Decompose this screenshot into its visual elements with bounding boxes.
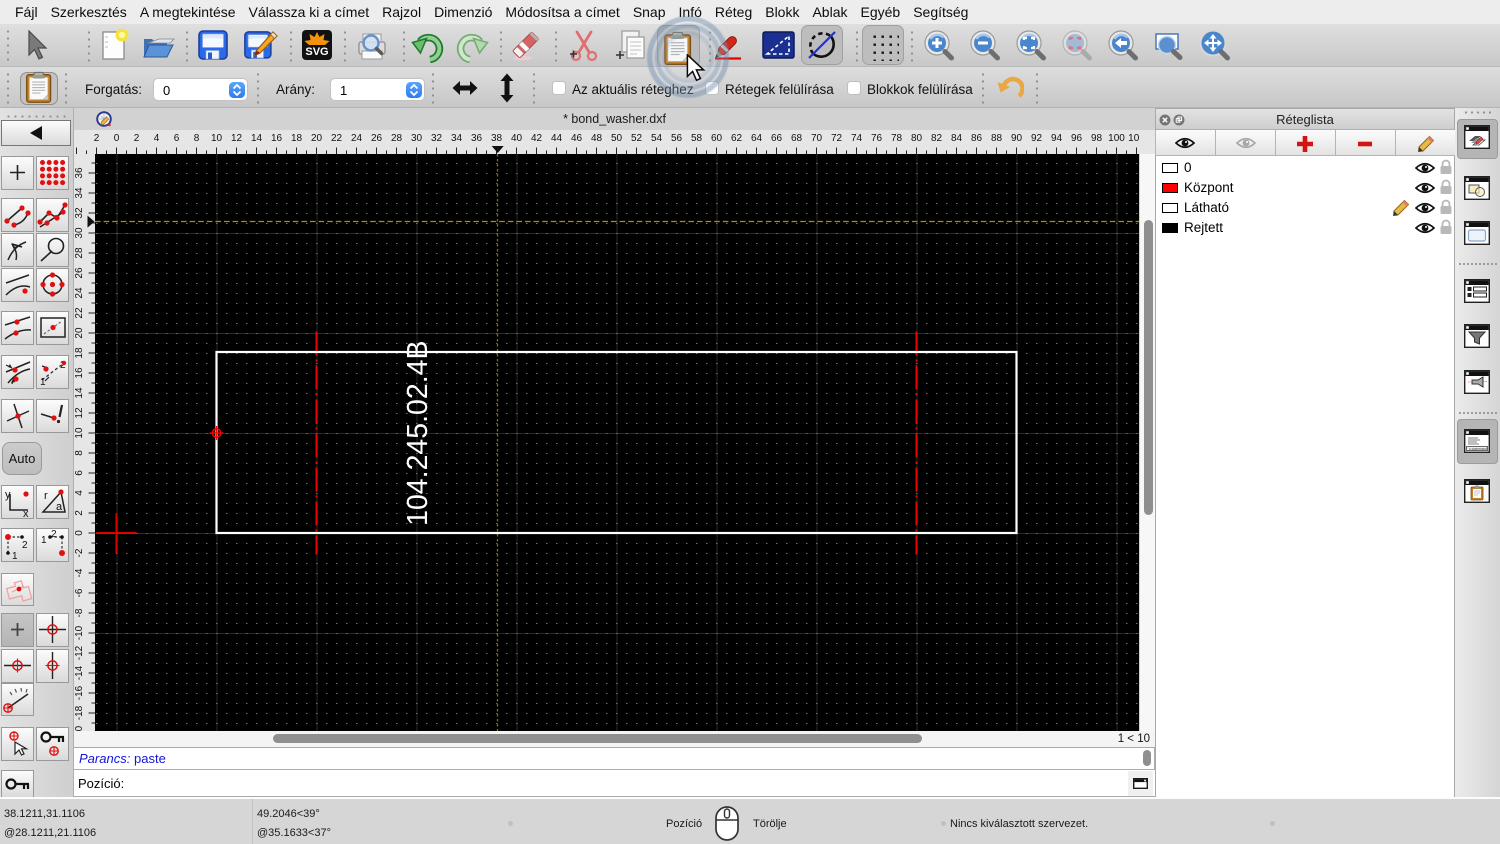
svg-text:28: 28 [391, 133, 403, 144]
svg-text:24: 24 [351, 133, 363, 144]
svg-text:0: 0 [74, 530, 85, 536]
svg-text:r: r [44, 490, 48, 502]
svg-text:42: 42 [531, 133, 543, 144]
svg-text:58: 58 [691, 133, 703, 144]
svg-text:72: 72 [831, 133, 843, 144]
svg-text:x: x [23, 508, 29, 518]
svg-text:y: y [5, 489, 11, 501]
svg-text:52: 52 [631, 133, 643, 144]
svg-text:68: 68 [791, 133, 803, 144]
svg-text:38: 38 [491, 133, 503, 144]
svg-text:88: 88 [991, 133, 1003, 144]
svg-text:56: 56 [671, 133, 683, 144]
svg-text:100: 100 [1108, 133, 1125, 144]
svg-text:80: 80 [911, 133, 923, 144]
svg-text:86: 86 [971, 133, 983, 144]
svg-text:90: 90 [1011, 133, 1023, 144]
svg-text:82: 82 [931, 133, 943, 144]
svg-text:12: 12 [74, 407, 85, 419]
svg-text:32: 32 [431, 133, 443, 144]
svg-text:60: 60 [711, 133, 723, 144]
svg-text:2: 2 [94, 133, 100, 144]
svg-text:34: 34 [74, 187, 85, 199]
svg-text:70: 70 [811, 133, 823, 144]
svg-text:30: 30 [74, 227, 85, 239]
svg-text:66: 66 [771, 133, 783, 144]
svg-text:4: 4 [154, 133, 160, 144]
svg-text:48: 48 [591, 133, 603, 144]
svg-text:6: 6 [74, 470, 85, 476]
svg-text:c:command: c:command [1469, 447, 1487, 451]
svg-text:1: 1 [41, 535, 47, 546]
svg-text:0: 0 [114, 133, 120, 144]
svg-text:14: 14 [251, 133, 263, 144]
svg-text:2: 2 [51, 529, 57, 540]
svg-text:a: a [56, 501, 63, 513]
svg-text:-8: -8 [74, 608, 85, 617]
svg-text:2: 2 [134, 133, 140, 144]
svg-text:22: 22 [331, 133, 343, 144]
svg-text:84: 84 [951, 133, 963, 144]
svg-text:20: 20 [311, 133, 323, 144]
svg-text:94: 94 [1051, 133, 1063, 144]
svg-text:30: 30 [411, 133, 423, 144]
svg-text:26: 26 [74, 267, 85, 279]
svg-text:10: 10 [74, 427, 85, 439]
svg-text:96: 96 [1071, 133, 1083, 144]
svg-text:14: 14 [74, 387, 85, 399]
svg-text:-4: -4 [74, 568, 85, 577]
svg-text:-10: -10 [74, 625, 85, 640]
svg-text:16: 16 [271, 133, 283, 144]
svg-text:8: 8 [74, 450, 85, 456]
svg-text:46: 46 [571, 133, 583, 144]
svg-text:76: 76 [871, 133, 883, 144]
svg-text:92: 92 [1031, 133, 1043, 144]
svg-text:1: 1 [40, 377, 46, 388]
svg-text:64: 64 [751, 133, 763, 144]
svg-text:2: 2 [22, 540, 28, 551]
svg-text:102: 102 [1128, 133, 1139, 144]
svg-text:32: 32 [74, 207, 85, 219]
svg-text:4: 4 [74, 490, 85, 496]
svg-text:34: 34 [451, 133, 463, 144]
svg-text:-12: -12 [74, 645, 85, 660]
svg-text:8: 8 [194, 133, 200, 144]
svg-text:54: 54 [651, 133, 663, 144]
svg-text:26: 26 [371, 133, 383, 144]
svg-text:36: 36 [471, 133, 483, 144]
svg-text:44: 44 [551, 133, 563, 144]
svg-text:20: 20 [74, 327, 85, 339]
svg-text:18: 18 [291, 133, 303, 144]
svg-text:74: 74 [851, 133, 863, 144]
svg-text:104.245.02.4B: 104.245.02.4B [402, 340, 434, 525]
svg-text:28: 28 [74, 247, 85, 259]
svg-text:2: 2 [74, 510, 85, 516]
svg-text:36: 36 [74, 167, 85, 179]
svg-text:18: 18 [74, 347, 85, 359]
svg-text:-14: -14 [74, 665, 85, 680]
svg-text:6: 6 [174, 133, 180, 144]
svg-text:SVG: SVG [305, 46, 328, 58]
svg-text:16: 16 [74, 367, 85, 379]
svg-text:62: 62 [731, 133, 743, 144]
svg-text:10: 10 [211, 133, 223, 144]
svg-text:24: 24 [74, 287, 85, 299]
svg-text:98: 98 [1091, 133, 1103, 144]
svg-text:40: 40 [511, 133, 523, 144]
svg-text:50: 50 [611, 133, 623, 144]
svg-text:78: 78 [891, 133, 903, 144]
svg-text:-2: -2 [74, 548, 85, 557]
svg-text:-18: -18 [74, 705, 85, 720]
svg-text:12: 12 [231, 133, 243, 144]
svg-text:-6: -6 [74, 588, 85, 597]
svg-text:1: 1 [12, 551, 18, 561]
svg-text:-16: -16 [74, 685, 85, 700]
svg-text:22: 22 [74, 307, 85, 319]
